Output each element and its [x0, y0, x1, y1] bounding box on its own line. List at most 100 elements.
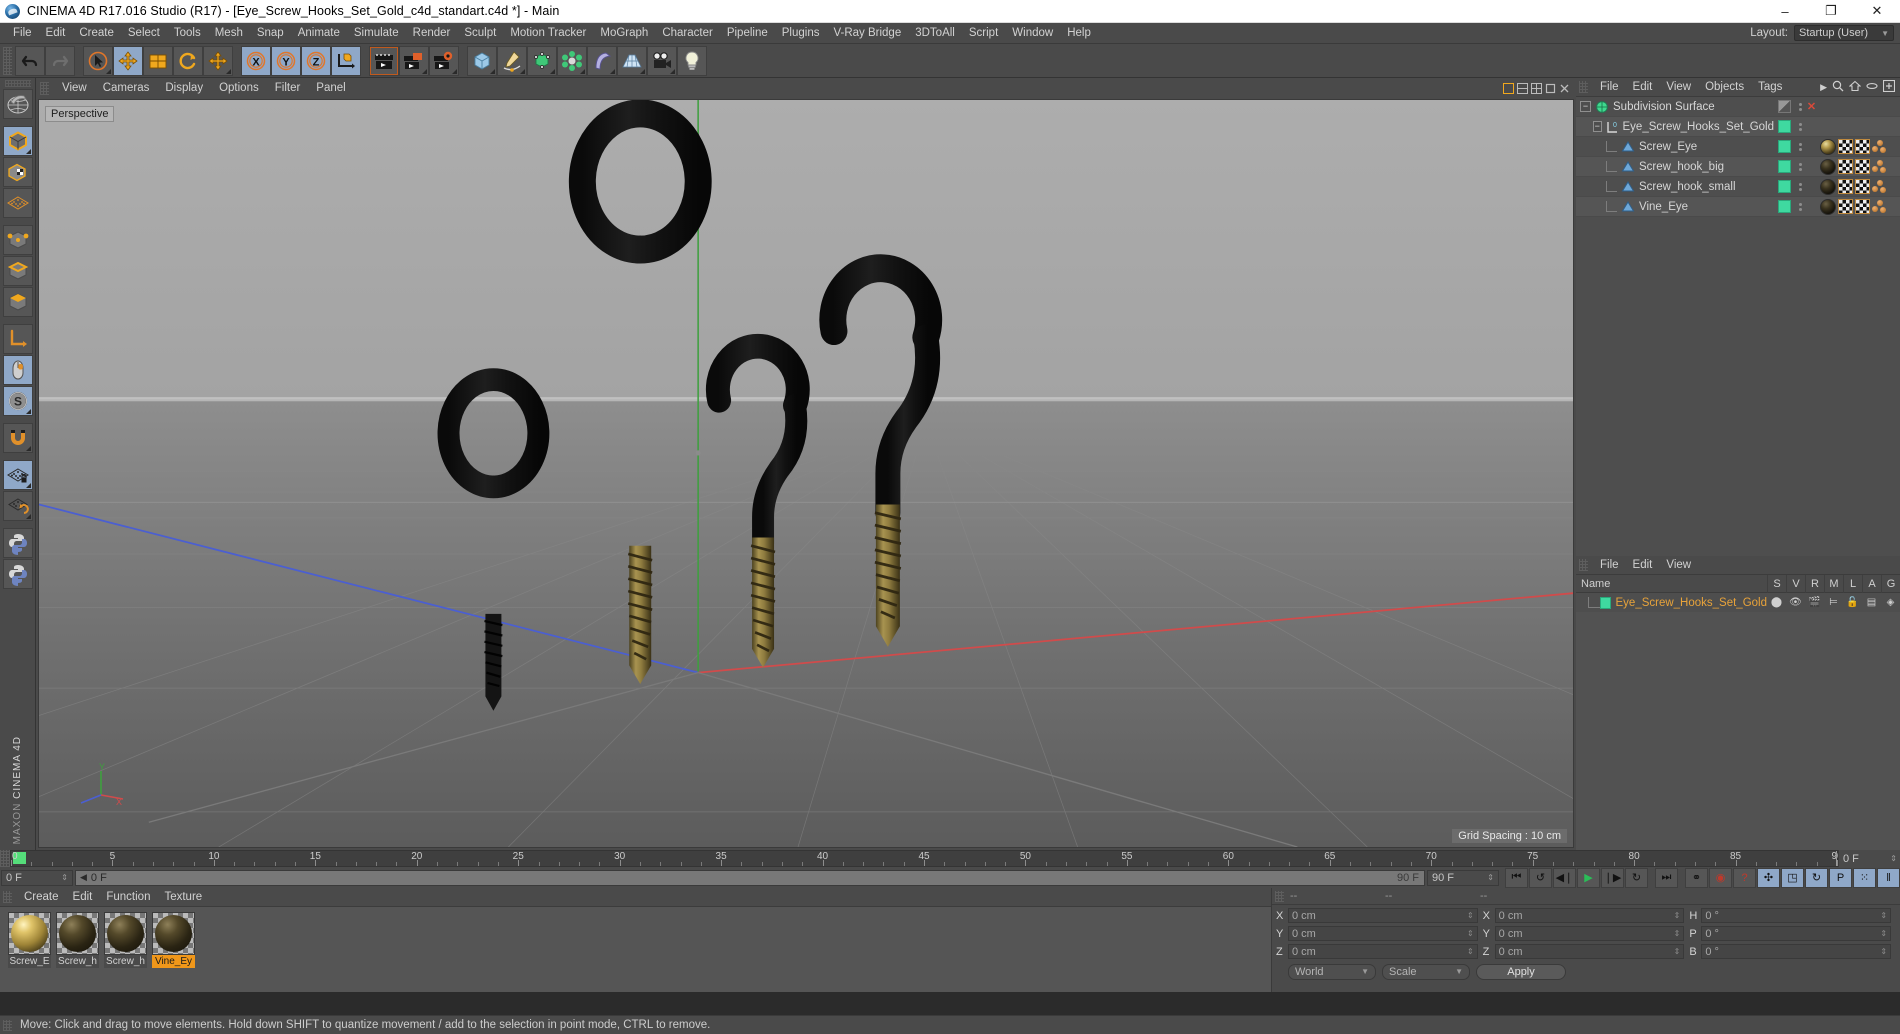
spinner-icon[interactable]: ⇕: [1467, 911, 1474, 920]
position-z-input[interactable]: 0 cm ⇕: [1288, 944, 1478, 959]
object-manager-menu-tags[interactable]: Tags: [1751, 78, 1789, 97]
python-button-2[interactable]: [2, 559, 33, 589]
material-thumbnail[interactable]: [8, 912, 51, 955]
menu-item-select[interactable]: Select: [121, 23, 167, 44]
manager-icon[interactable]: ⊨: [1824, 597, 1843, 608]
spinner-icon[interactable]: ⇕: [1880, 911, 1887, 920]
material-manager-menu-edit[interactable]: Edit: [1626, 556, 1660, 575]
record-button[interactable]: ◉: [1709, 867, 1732, 888]
object-manager-menu-view[interactable]: View: [1659, 78, 1698, 97]
expand-collapse-icon[interactable]: −: [1593, 121, 1602, 132]
left-toolbar-grip[interactable]: [4, 80, 31, 87]
render-region-button[interactable]: [399, 45, 429, 76]
viewport-menu-view[interactable]: View: [54, 78, 95, 99]
uvw-tag-icon[interactable]: [1838, 139, 1853, 154]
axis-modify-button[interactable]: [2, 324, 33, 354]
delete-icon[interactable]: ✕: [1805, 100, 1818, 113]
visibility-dots[interactable]: [1795, 142, 1805, 151]
menu-item-edit[interactable]: Edit: [39, 23, 73, 44]
perspective-viewport[interactable]: Perspective Grid Spacing : 10 cm Y X: [38, 99, 1574, 848]
visibility-dots[interactable]: [1795, 102, 1805, 111]
object-tree[interactable]: − Subdivision Surface ✕ −0 Eye_Screw_Hooks_S…: [1576, 97, 1900, 556]
material-tag-icon[interactable]: [1820, 138, 1836, 155]
menu-item-3dtoall[interactable]: 3DToAll: [908, 23, 962, 44]
viewport-four-icon[interactable]: [1531, 83, 1542, 94]
ellipse-icon[interactable]: [1866, 80, 1878, 95]
visibility-dots[interactable]: [1795, 182, 1805, 191]
polygon-object-icon[interactable]: [1620, 200, 1635, 214]
object-manager-grip[interactable]: [1579, 81, 1588, 93]
solo-icon[interactable]: ⬤: [1767, 597, 1786, 608]
rotation-h-input[interactable]: 0 ° ⇕: [1701, 908, 1892, 923]
redo-button[interactable]: [45, 45, 75, 76]
material-swatch[interactable]: Screw_E: [8, 912, 51, 968]
visibility-dots[interactable]: [1795, 162, 1805, 171]
material-browser-grip[interactable]: [3, 891, 12, 903]
material-tag-icon[interactable]: [1820, 178, 1836, 195]
viewport-maximize-icon[interactable]: [1545, 83, 1556, 94]
material-thumbnail[interactable]: [152, 912, 195, 955]
python-button-1[interactable]: [2, 528, 33, 558]
material-column-g[interactable]: G: [1881, 574, 1900, 593]
move-button[interactable]: [113, 45, 143, 76]
menu-item-mograph[interactable]: MoGraph: [593, 23, 655, 44]
rotation-b-input[interactable]: 0 ° ⇕: [1701, 944, 1892, 959]
material-tag-icon[interactable]: [1820, 198, 1836, 215]
object-manager-menu-edit[interactable]: Edit: [1626, 78, 1660, 97]
nurbs-button[interactable]: [527, 45, 557, 76]
keyframe-selection-button[interactable]: ‖: [1877, 867, 1900, 888]
polygon-mode-button[interactable]: [2, 287, 33, 317]
object-row[interactable]: − Subdivision Surface ✕: [1576, 97, 1900, 117]
toolbar-grip[interactable]: [3, 46, 12, 75]
start-frame-field[interactable]: 0 F ⇕: [1, 869, 73, 886]
material-column-l[interactable]: L: [1843, 574, 1862, 593]
visibility-toggle[interactable]: [1774, 158, 1795, 176]
material-swatch[interactable]: Screw_h: [104, 912, 147, 968]
coordinates-grip[interactable]: [1275, 890, 1284, 902]
autokeying-button[interactable]: ?: [1733, 867, 1756, 888]
spinner-icon[interactable]: ⇕: [1674, 947, 1681, 956]
lock-icon[interactable]: 🔓: [1843, 597, 1862, 608]
menu-item-animate[interactable]: Animate: [291, 23, 347, 44]
workplane-button[interactable]: [2, 188, 33, 218]
object-row[interactable]: Screw_hook_small: [1576, 177, 1900, 197]
material-column-name[interactable]: Name: [1576, 578, 1767, 590]
object-row[interactable]: Screw_hook_big: [1576, 157, 1900, 177]
material-manager-grip[interactable]: [1579, 559, 1588, 571]
key-position-button[interactable]: ✣: [1757, 867, 1780, 888]
menu-item-file[interactable]: File: [6, 23, 39, 44]
animation-icon[interactable]: ▤: [1862, 597, 1881, 608]
visibility-toggle[interactable]: [1774, 138, 1795, 156]
object-row[interactable]: Vine_Eye: [1576, 197, 1900, 217]
expand-collapse-icon[interactable]: −: [1580, 101, 1591, 112]
texture-mode-button[interactable]: [2, 157, 33, 187]
material-manager-rows[interactable]: Eye_Screw_Hooks_Set_Gold ⬤ 👁 🎬 ⊨ 🔓 ▤ ◈: [1576, 593, 1900, 612]
render-view-button[interactable]: [369, 45, 399, 76]
play-reverse-loop-button[interactable]: ↺: [1529, 867, 1552, 888]
spinner-icon[interactable]: ⇕: [1467, 947, 1474, 956]
search-icon[interactable]: [1832, 80, 1844, 95]
minimize-button[interactable]: –: [1762, 0, 1808, 23]
material-row[interactable]: Eye_Screw_Hooks_Set_Gold ⬤ 👁 🎬 ⊨ 🔓 ▤ ◈: [1576, 593, 1900, 612]
polygon-object-icon[interactable]: [1620, 140, 1635, 154]
position-y-input[interactable]: 0 cm ⇕: [1288, 926, 1478, 941]
material-color-swatch[interactable]: [1600, 596, 1611, 609]
object-manager-menu-objects[interactable]: Objects: [1698, 78, 1751, 97]
material-column-a[interactable]: A: [1862, 574, 1881, 593]
rotate-button[interactable]: [173, 45, 203, 76]
visibility-toggle[interactable]: [1774, 178, 1795, 196]
material-tag-icon[interactable]: [1820, 158, 1836, 175]
viewport-menu-panel[interactable]: Panel: [308, 78, 353, 99]
point-mode-button[interactable]: [2, 225, 33, 255]
spinner-icon[interactable]: ⇕: [1467, 929, 1474, 938]
menu-item-mesh[interactable]: Mesh: [208, 23, 250, 44]
menu-item-script[interactable]: Script: [962, 23, 1005, 44]
selection-tag-icon[interactable]: [1872, 160, 1887, 173]
layout-dropdown[interactable]: Startup (User) ▼: [1794, 25, 1894, 41]
go-to-start-button[interactable]: ⏮: [1505, 867, 1528, 888]
spinner-icon[interactable]: ⇕: [1674, 929, 1681, 938]
polygon-object-icon[interactable]: [1620, 160, 1635, 174]
uvw-tag-icon[interactable]: [1855, 199, 1870, 214]
cube-primitive-button[interactable]: [467, 45, 497, 76]
spinner-icon[interactable]: ⇕: [1890, 854, 1897, 863]
